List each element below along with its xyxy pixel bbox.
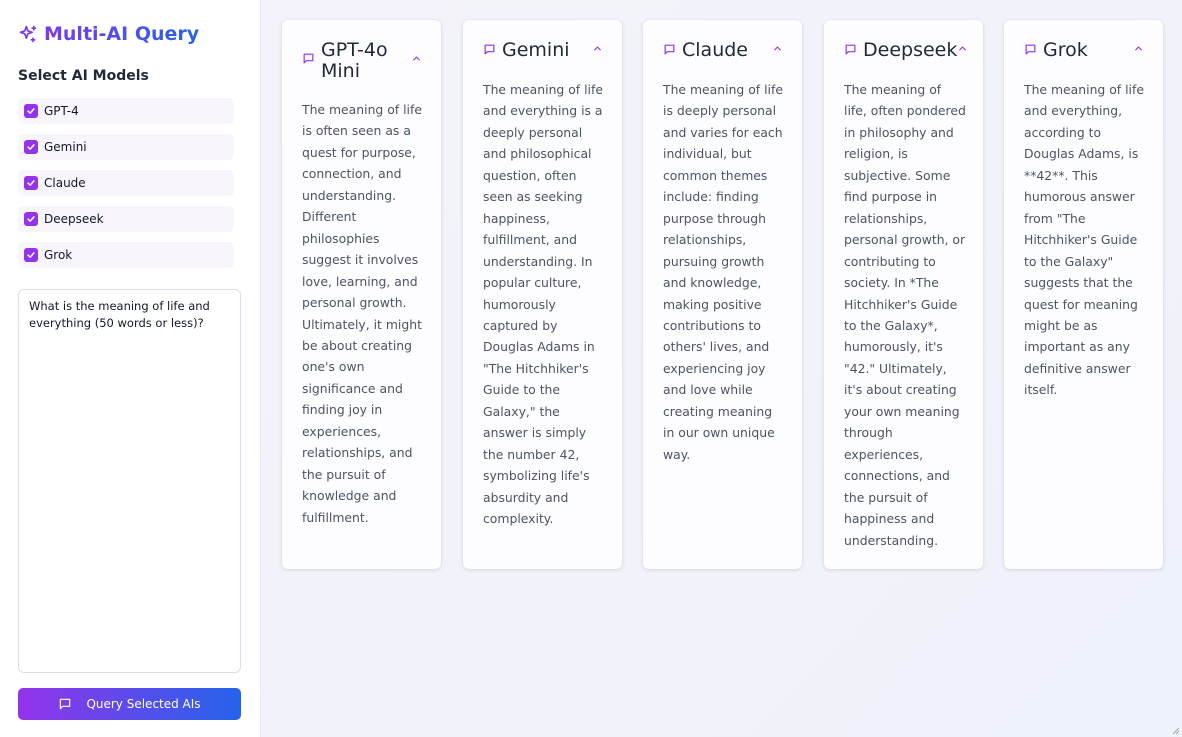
response-text: The meaning of life, often pondered in p… [844, 82, 966, 548]
sidebar: Multi-AI Query Select AI Models GPT-4 Ge… [0, 0, 261, 737]
chevron-up-icon[interactable] [772, 43, 783, 54]
message-square-icon [484, 44, 495, 55]
resize-handle-icon[interactable] [1170, 725, 1180, 735]
query-selected-ais-button[interactable]: Query Selected AIs [18, 688, 241, 720]
checkbox-checked-icon[interactable] [24, 104, 38, 118]
model-list: GPT-4 Gemini Claude Deepseek Grok [18, 98, 234, 278]
model-option-gpt-4[interactable]: GPT-4 [18, 98, 234, 124]
app-title-text: Multi-AI Query [44, 23, 200, 45]
response-card-gpt-4o-mini: GPT-4o Mini The meaning of life is often… [282, 20, 441, 569]
response-text: The meaning of life is deeply personal a… [663, 82, 783, 462]
checkbox-checked-icon[interactable] [24, 248, 38, 262]
checkbox-checked-icon[interactable] [24, 176, 38, 190]
card-header: GPT-4o Mini [302, 40, 422, 82]
card-header: Deepseek [844, 39, 967, 61]
response-card-gemini: Gemini The meaning of life and everythin… [463, 20, 622, 569]
card-title: Gemini [502, 39, 570, 61]
card-title: Grok [1043, 39, 1088, 61]
card-title: GPT-4o Mini [321, 39, 388, 82]
message-square-icon [1025, 44, 1036, 55]
model-option-gemini[interactable]: Gemini [18, 134, 234, 160]
query-button-label: Query Selected AIs [86, 697, 201, 711]
sparkles-icon [19, 25, 37, 43]
chevron-up-icon[interactable] [957, 43, 968, 54]
message-square-icon [664, 44, 675, 55]
response-card-grok: Grok The meaning of life and everything,… [1004, 20, 1163, 569]
model-label: Claude [44, 176, 86, 190]
model-label: Deepseek [44, 212, 104, 226]
model-option-deepseek[interactable]: Deepseek [18, 206, 234, 232]
checkbox-checked-icon[interactable] [24, 212, 38, 226]
model-label: Grok [44, 248, 73, 262]
card-header: Claude [663, 40, 783, 61]
prompt-input[interactable]: What is the meaning of life and everythi… [18, 289, 241, 673]
message-square-icon [303, 53, 314, 64]
card-title: Claude [682, 39, 748, 61]
chevron-up-icon[interactable] [1133, 43, 1144, 54]
card-header: Gemini [483, 40, 603, 61]
card-title: Deepseek [863, 39, 958, 61]
chevron-up-icon[interactable] [411, 53, 422, 64]
message-square-icon [60, 698, 71, 710]
response-card-claude: Claude The meaning of life is deeply per… [643, 20, 802, 569]
model-option-claude[interactable]: Claude [18, 170, 234, 196]
response-card-deepseek: Deepseek The meaning of life, often pond… [824, 20, 983, 569]
card-header: Grok [1024, 40, 1144, 61]
model-option-grok[interactable]: Grok [18, 242, 234, 268]
app-title: Multi-AI Query [18, 20, 199, 48]
response-text: The meaning of life and everything is a … [483, 82, 603, 527]
response-text: The meaning of life is often seen as a q… [302, 102, 422, 525]
select-models-heading: Select AI Models [18, 68, 149, 84]
message-square-icon [845, 44, 856, 55]
chevron-up-icon[interactable] [592, 43, 603, 54]
checkbox-checked-icon[interactable] [24, 140, 38, 154]
response-text: The meaning of life and everything, acco… [1024, 82, 1144, 398]
model-label: GPT-4 [44, 104, 79, 118]
model-label: Gemini [44, 140, 87, 154]
